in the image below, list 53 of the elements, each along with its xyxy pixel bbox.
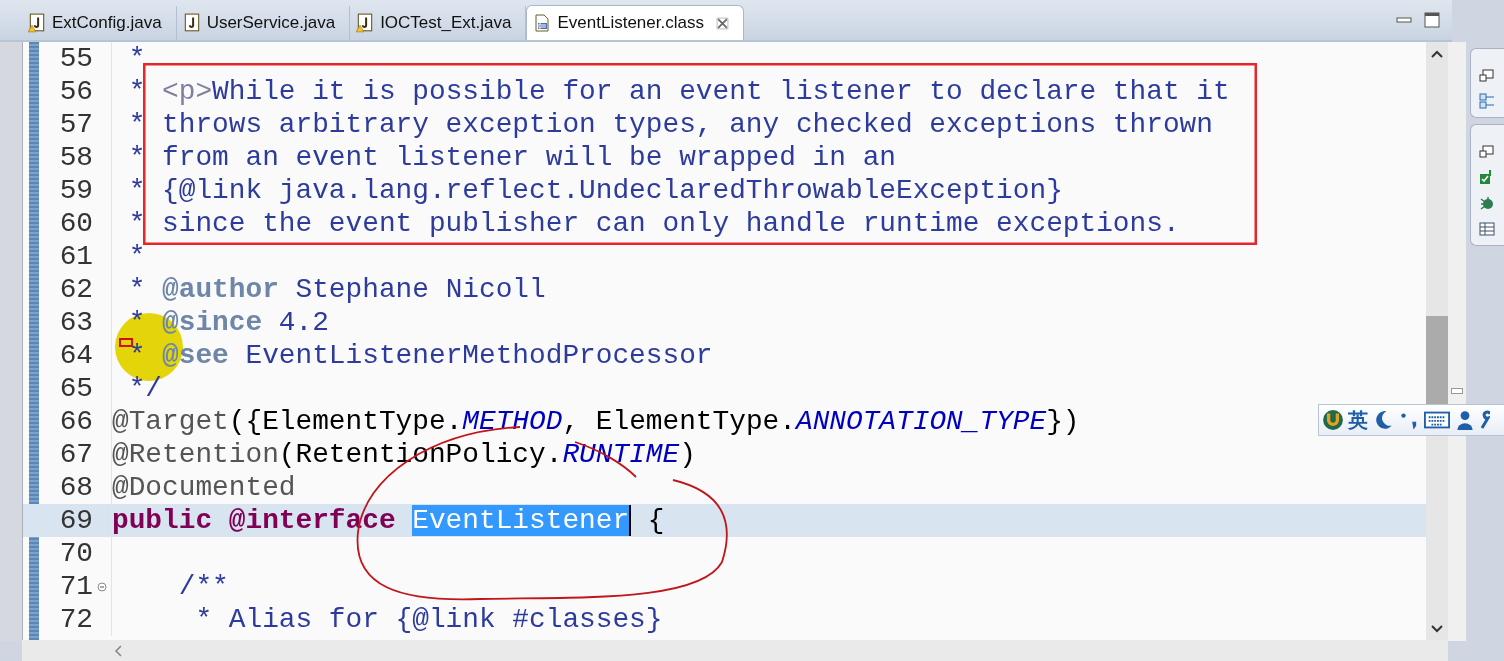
line-number: 55 [58,43,93,74]
line-number: 62 [58,274,93,305]
code-comment: * throws arbitrary exception types, any checked exceptions thrown [127,109,1213,140]
code-comment: */ [127,373,163,404]
code-comment: /** [177,571,229,602]
selected-text: EventListener [412,505,632,536]
code-comment: EventListenerMethodProcessor [244,340,713,371]
line-number: 56 [58,76,93,107]
editor-tab[interactable]: UserService.java [176,6,351,40]
line-number: 71 [58,571,93,602]
line-number: 67 [58,439,93,470]
line-number: 72 [58,604,93,635]
annotation: @Retention [112,439,279,470]
line-number: 61 [58,241,93,272]
annotation: @Target [112,406,229,437]
doc-tag: @author [162,274,279,305]
code-comment: * {@link java.lang.reflect.UndeclaredThrowableException} [127,175,1063,206]
editor-tab[interactable]: EventListener.class [526,5,744,40]
code-text: ) [679,439,696,470]
code-text: ({ElementType. [228,406,463,437]
line-number: 69 [58,505,93,536]
line-number: 60 [58,208,93,239]
code-comment: * [127,307,147,338]
code-comment: * since the event publisher can only handle runtime exceptions. [127,208,1180,239]
line-number: 65 [58,373,93,404]
code-comment: Stephane Nicoll [294,274,546,305]
editor-tab[interactable]: IOCTest_Ext.java [350,6,527,40]
code-text: , ElementType. [562,406,796,437]
line-number: 70 [58,538,93,569]
editor-tab[interactable]: ExtConfig.java [22,6,177,40]
line-number: 58 [58,142,93,173]
code-comment: 4.2 [277,307,329,338]
input-mode-toggle[interactable]: 英 [1348,406,1368,434]
code-comment: * [127,43,146,74]
code-comment: * Alias for {@link #classes} [194,604,663,635]
html-tag: <p> [162,76,213,107]
line-number: 68 [58,472,93,503]
code-comment: * [127,76,147,107]
annotation: @Documented [112,472,296,503]
code-comment: * [127,241,146,272]
code-text: { [646,505,665,536]
line-number: 63 [58,307,93,338]
constant: ANNOTATION_TYPE [795,406,1047,437]
line-number: 64 [58,340,93,371]
code-comment: * from an event listener will be wrapped in an [127,142,896,173]
code-text: }) [1046,406,1080,437]
line-number: 59 [58,175,93,206]
line-number: 57 [58,109,93,140]
constant: METHOD [462,406,563,437]
line-number: 66 [58,406,93,437]
code-comment: * [127,340,147,371]
code-comment: * [127,274,147,305]
code-comment: While it is possible for an event listener to declare that it [212,76,1230,107]
